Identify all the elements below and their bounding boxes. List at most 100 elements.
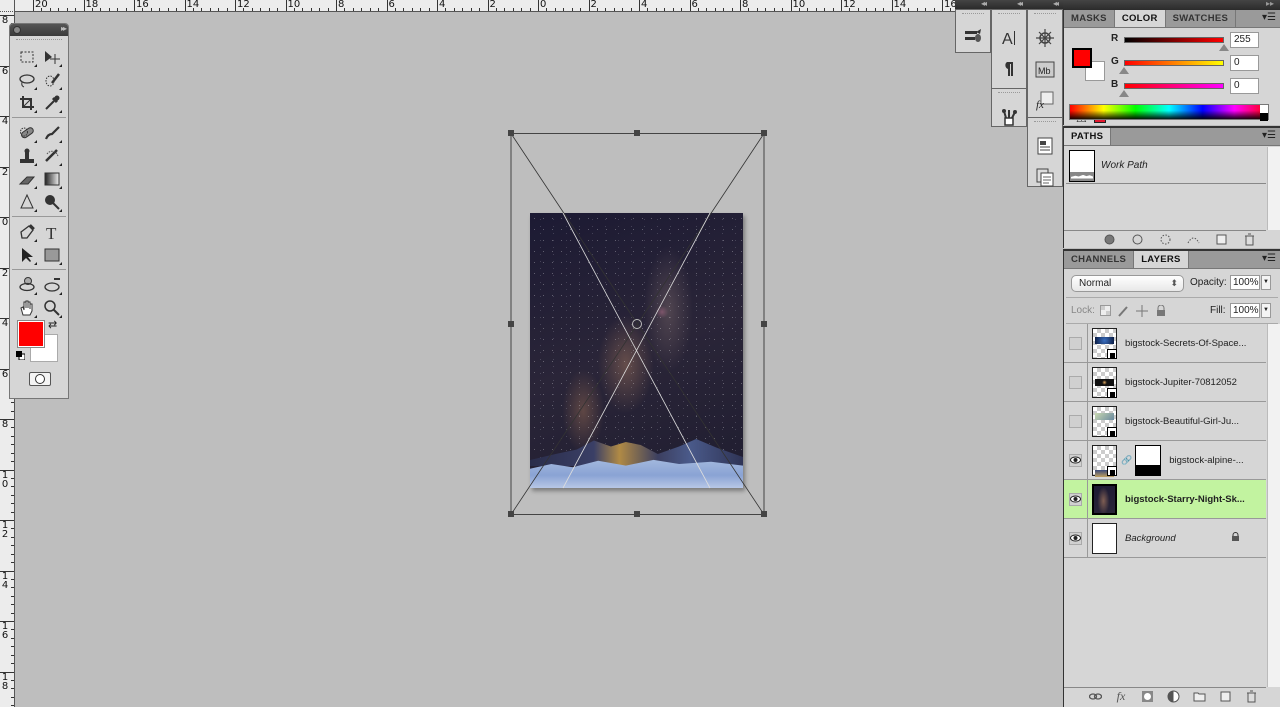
clone-stamp-tool[interactable] <box>16 145 38 167</box>
fill-dropdown[interactable]: ▼ <box>1261 303 1271 318</box>
visibility-box[interactable] <box>1069 414 1082 428</box>
expand-dock-icon[interactable]: ◂◂ <box>981 0 987 8</box>
eraser-tool[interactable] <box>16 168 38 190</box>
panel-menu-icon[interactable]: ▾☰ <box>1262 253 1276 264</box>
transform-handle-bl[interactable] <box>508 511 514 517</box>
transform-handle-tc[interactable] <box>634 130 640 136</box>
blue-slider-knob[interactable] <box>1119 90 1129 97</box>
visibility-box[interactable] <box>1069 336 1082 350</box>
blue-slider[interactable] <box>1124 83 1224 89</box>
type-tool[interactable]: T <box>41 221 63 243</box>
path-selection-tool[interactable] <box>16 244 38 266</box>
tab-color[interactable]: COLOR <box>1114 10 1166 27</box>
red-value-input[interactable]: 255 <box>1230 32 1259 48</box>
tab-swatches[interactable]: SWATCHES <box>1166 10 1237 27</box>
pen-tool[interactable] <box>16 221 38 243</box>
fill-path-icon[interactable] <box>1102 233 1116 247</box>
paragraph-button[interactable] <box>992 53 1026 84</box>
collapse-icon[interactable]: ▸▸ <box>61 24 67 33</box>
navigator-button[interactable] <box>1028 22 1062 53</box>
blend-mode-select[interactable]: Normal <box>1071 275 1184 292</box>
lock-transparent-pixels-icon[interactable] <box>1099 304 1112 317</box>
add-layer-style-icon[interactable]: fx <box>1114 689 1128 704</box>
transform-reference-point[interactable] <box>632 319 642 329</box>
lasso-tool[interactable] <box>16 69 38 91</box>
rectangle-tool[interactable] <box>41 244 63 266</box>
info-button[interactable] <box>1028 130 1062 161</box>
rectangular-marquee-tool[interactable] <box>16 46 38 68</box>
layer-row[interactable]: bigstock-Secrets-Of-Space... <box>1064 323 1266 363</box>
expand-dock-icon[interactable]: ◂◂ <box>1053 0 1059 8</box>
panel-menu-icon[interactable]: ▾☰ <box>1262 12 1276 23</box>
paths-scrollbar[interactable] <box>1267 147 1280 230</box>
history-brush-tool[interactable] <box>41 145 63 167</box>
blue-value-input[interactable]: 0 <box>1230 78 1259 94</box>
red-slider-knob[interactable] <box>1219 44 1229 51</box>
eyedropper-tool[interactable] <box>41 92 63 114</box>
gradient-tool[interactable] <box>41 168 63 190</box>
visibility-box[interactable] <box>1069 375 1082 389</box>
layer-row[interactable]: Background <box>1064 518 1266 558</box>
tool-presets-button[interactable] <box>992 101 1026 132</box>
tab-masks[interactable]: MASKS <box>1064 10 1115 27</box>
lock-position-icon[interactable] <box>1135 304 1148 317</box>
zoom-tool[interactable] <box>41 297 63 319</box>
link-layers-icon[interactable] <box>1088 690 1102 704</box>
visibility-toggle[interactable] <box>1064 362 1088 402</box>
blur-tool[interactable] <box>16 191 38 213</box>
mini-bridge-button[interactable]: Mb <box>1028 53 1062 84</box>
new-group-icon[interactable] <box>1192 690 1206 704</box>
red-slider[interactable] <box>1124 37 1224 43</box>
layer-row[interactable]: bigstock-Beautiful-Girl-Ju... <box>1064 401 1266 441</box>
layer-row[interactable]: 🔗 bigstock-alpine-... <box>1064 440 1266 480</box>
foreground-color-swatch[interactable] <box>17 320 45 348</box>
panel-menu-icon[interactable]: ▾☰ <box>1262 130 1276 141</box>
ruler-origin[interactable] <box>0 0 15 12</box>
visibility-toggle[interactable] <box>1064 440 1088 480</box>
transform-handle-br[interactable] <box>761 511 767 517</box>
opacity-dropdown[interactable]: ▼ <box>1261 275 1271 290</box>
move-tool[interactable] <box>41 46 63 68</box>
hand-tool[interactable] <box>16 297 38 319</box>
visibility-toggle[interactable] <box>1064 479 1088 519</box>
close-icon[interactable] <box>13 26 21 34</box>
transform-handle-ml[interactable] <box>508 321 514 327</box>
tab-channels[interactable]: CHANNELS <box>1064 251 1135 268</box>
character-button[interactable]: A <box>992 22 1026 53</box>
path-item[interactable]: Work Path <box>1066 148 1266 184</box>
clone-source-button[interactable] <box>1028 161 1062 192</box>
crop-tool[interactable] <box>16 92 38 114</box>
styles-button[interactable]: fx <box>1028 84 1062 115</box>
panel-grip[interactable] <box>962 13 984 19</box>
opacity-input[interactable]: 100% <box>1230 275 1260 290</box>
layer-row[interactable]: bigstock-Jupiter-70812052 <box>1064 362 1266 402</box>
load-selection-icon[interactable] <box>1158 233 1172 247</box>
foreground-color-swatch[interactable] <box>1072 48 1092 68</box>
dodge-tool[interactable] <box>41 191 63 213</box>
new-adjustment-layer-icon[interactable] <box>1166 690 1180 704</box>
panel-grip[interactable] <box>998 92 1020 98</box>
green-value-input[interactable]: 0 <box>1230 55 1259 71</box>
visibility-toggle[interactable] <box>1064 518 1088 558</box>
transform-handle-bc[interactable] <box>634 511 640 517</box>
3d-orbit-tool[interactable] <box>41 274 63 296</box>
tab-layers[interactable]: LAYERS <box>1134 251 1189 268</box>
transform-handle-mr[interactable] <box>761 321 767 327</box>
brush-tool[interactable] <box>41 122 63 144</box>
layer-mask-thumbnail[interactable] <box>1135 444 1162 476</box>
mask-link-icon[interactable]: 🔗 <box>1121 455 1132 466</box>
panel-grip[interactable] <box>998 13 1020 19</box>
color-spectrum-ramp[interactable] <box>1069 104 1269 121</box>
transform-handle-tl[interactable] <box>508 130 514 136</box>
add-layer-mask-icon[interactable] <box>1140 690 1154 704</box>
delete-layer-icon[interactable] <box>1244 690 1258 704</box>
dock-header[interactable]: ◂◂ ◂◂ ◂◂ <box>955 0 1063 9</box>
layer-row[interactable]: bigstock-Starry-Night-Sk... <box>1064 479 1266 519</box>
visibility-toggle[interactable] <box>1064 323 1088 363</box>
tools-panel-header[interactable]: ▸▸ <box>10 24 68 36</box>
make-work-path-icon[interactable] <box>1186 233 1200 247</box>
lock-image-pixels-icon[interactable] <box>1117 304 1130 317</box>
default-colors-icon[interactable] <box>16 351 25 360</box>
visibility-box[interactable] <box>1069 453 1082 467</box>
lock-all-icon[interactable] <box>1154 304 1167 317</box>
